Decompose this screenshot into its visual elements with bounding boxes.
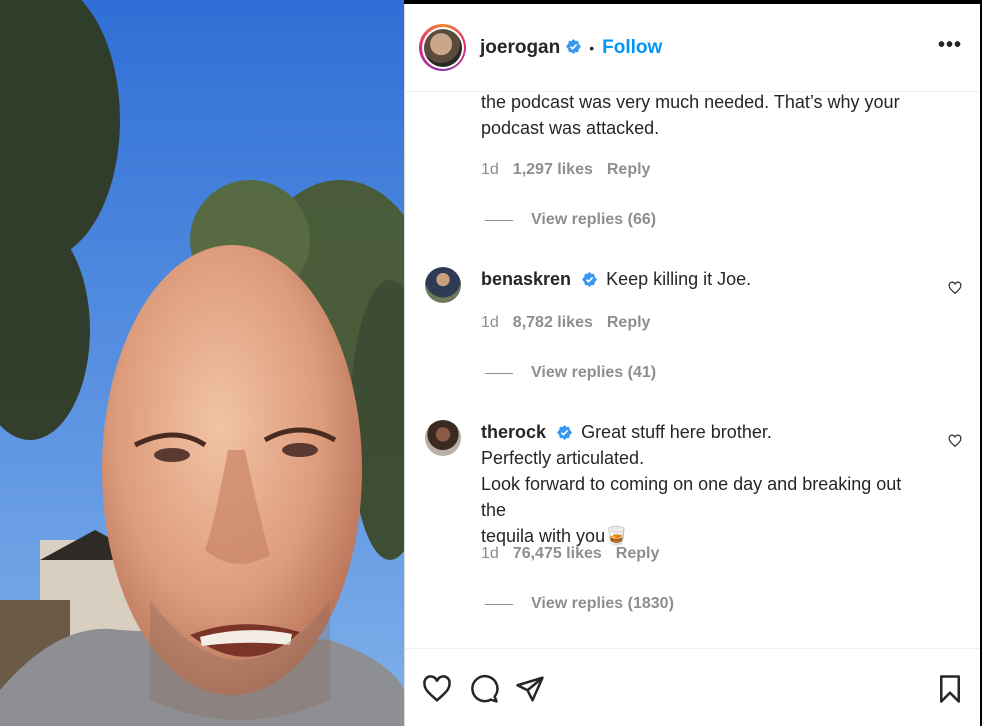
comment-meta: 1d 1,297 likes Reply: [481, 161, 650, 179]
reply-button[interactable]: Reply: [616, 545, 660, 563]
post-header: joerogan • Follow •••: [405, 4, 980, 92]
comment-text-line: the podcast was very much needed. That’s…: [481, 93, 900, 112]
bookmark-icon[interactable]: [935, 674, 965, 704]
comment-text-line: Great stuff here brother.: [581, 422, 772, 442]
comment-meta: 1d 76,475 likes Reply: [481, 545, 659, 563]
avatar-image: [423, 28, 462, 67]
post-video-frame: [0, 0, 404, 726]
comment-text: the podcast was very much needed. That’s…: [481, 93, 920, 141]
comment-text-line: podcast was attacked.: [481, 118, 660, 138]
view-replies-line: [485, 219, 513, 221]
commenter-username[interactable]: therock: [481, 422, 546, 442]
comment-bubble-icon[interactable]: [469, 674, 499, 704]
post-sidebar: joerogan • Follow ••• the podcast was ve…: [404, 4, 980, 726]
comment-likes[interactable]: 76,475 likes: [513, 545, 602, 563]
paper-plane-icon[interactable]: [515, 674, 545, 704]
comment-text-line: Keep killing it Joe.: [606, 269, 752, 289]
comment-likes[interactable]: 1,297 likes: [513, 161, 593, 179]
post-action-bar: [405, 648, 980, 726]
view-replies-button[interactable]: View replies (41): [485, 364, 656, 382]
comment-age: 1d: [481, 545, 499, 562]
verified-badge-icon: [566, 39, 582, 54]
reply-button[interactable]: Reply: [607, 314, 651, 332]
comment-text-line: Perfectly articulated.: [481, 448, 645, 468]
commenter-avatar[interactable]: [425, 420, 461, 456]
commenter-avatar[interactable]: [425, 267, 461, 303]
comment-text: therock Great stuff here brother. Perfec…: [481, 419, 920, 549]
follow-button[interactable]: Follow: [602, 37, 662, 59]
view-replies-label: View replies (1830): [531, 595, 674, 612]
like-comment-heart-icon[interactable]: [948, 434, 962, 448]
verified-badge-icon: [557, 424, 573, 440]
commenter-username[interactable]: benaskren: [481, 269, 571, 289]
header-separator: •: [589, 39, 595, 56]
heart-icon[interactable]: [422, 674, 452, 704]
comment-meta: 1d 8,782 likes Reply: [481, 314, 650, 332]
view-replies-button[interactable]: View replies (66): [485, 211, 656, 229]
comments-list[interactable]: the podcast was very much needed. That’s…: [405, 93, 980, 647]
comment-text-line: Look forward to coming on one day and br…: [481, 474, 902, 520]
view-replies-label: View replies (66): [531, 211, 657, 228]
comment-text: benaskren Keep killing it Joe.: [481, 266, 920, 292]
view-replies-button[interactable]: View replies (1830): [485, 595, 674, 613]
post-media[interactable]: [0, 0, 404, 726]
comment-likes[interactable]: 8,782 likes: [513, 314, 593, 332]
verified-badge-icon: [582, 271, 598, 287]
view-replies-label: View replies (41): [531, 364, 657, 381]
like-comment-heart-icon[interactable]: [948, 281, 962, 295]
more-options-button[interactable]: •••: [938, 34, 962, 57]
reply-button[interactable]: Reply: [607, 161, 651, 179]
comment-age: 1d: [481, 161, 499, 178]
author-username[interactable]: joerogan: [480, 37, 560, 59]
view-replies-line: [485, 372, 513, 374]
comment-age: 1d: [481, 314, 499, 331]
author-avatar[interactable]: [419, 24, 466, 71]
view-replies-line: [485, 603, 513, 605]
